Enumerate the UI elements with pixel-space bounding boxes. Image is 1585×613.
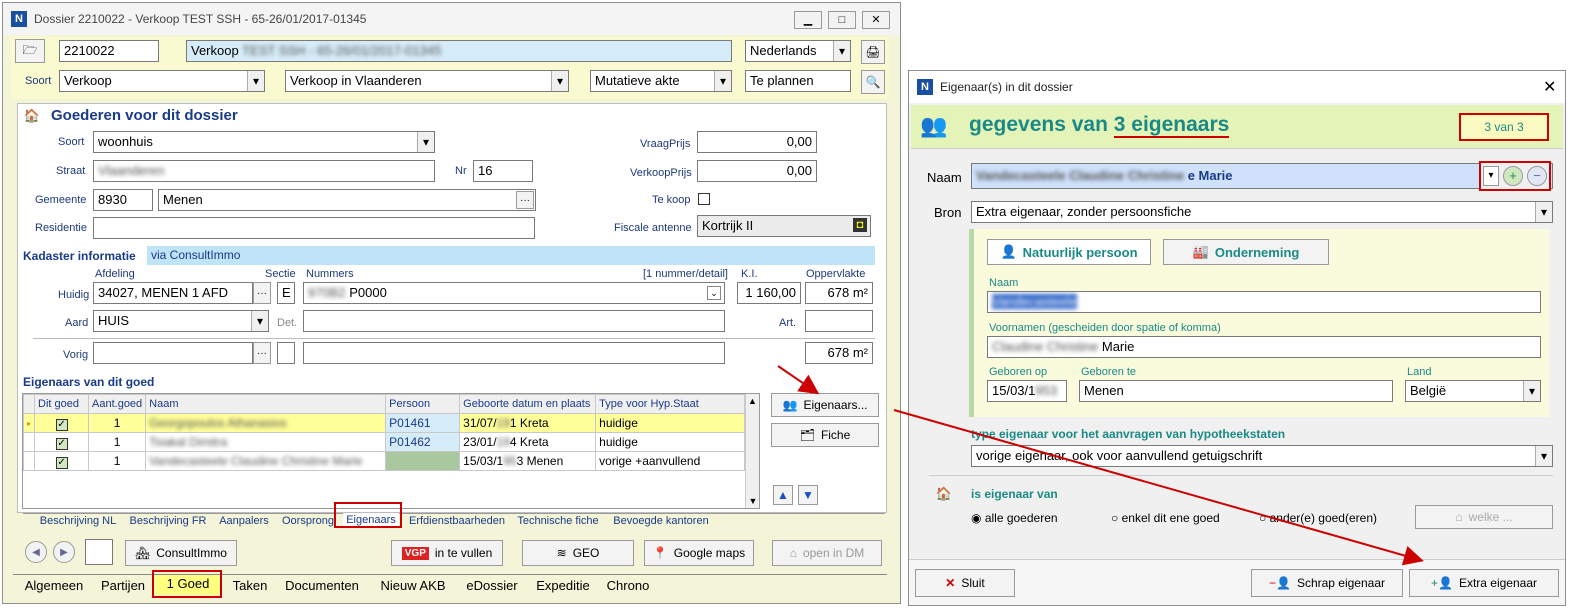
- annotation-arrows: [777, 365, 1424, 566]
- arrow-to-eigenaars-button: [777, 365, 820, 395]
- arrow-to-extra-eigenaar: [893, 409, 1424, 566]
